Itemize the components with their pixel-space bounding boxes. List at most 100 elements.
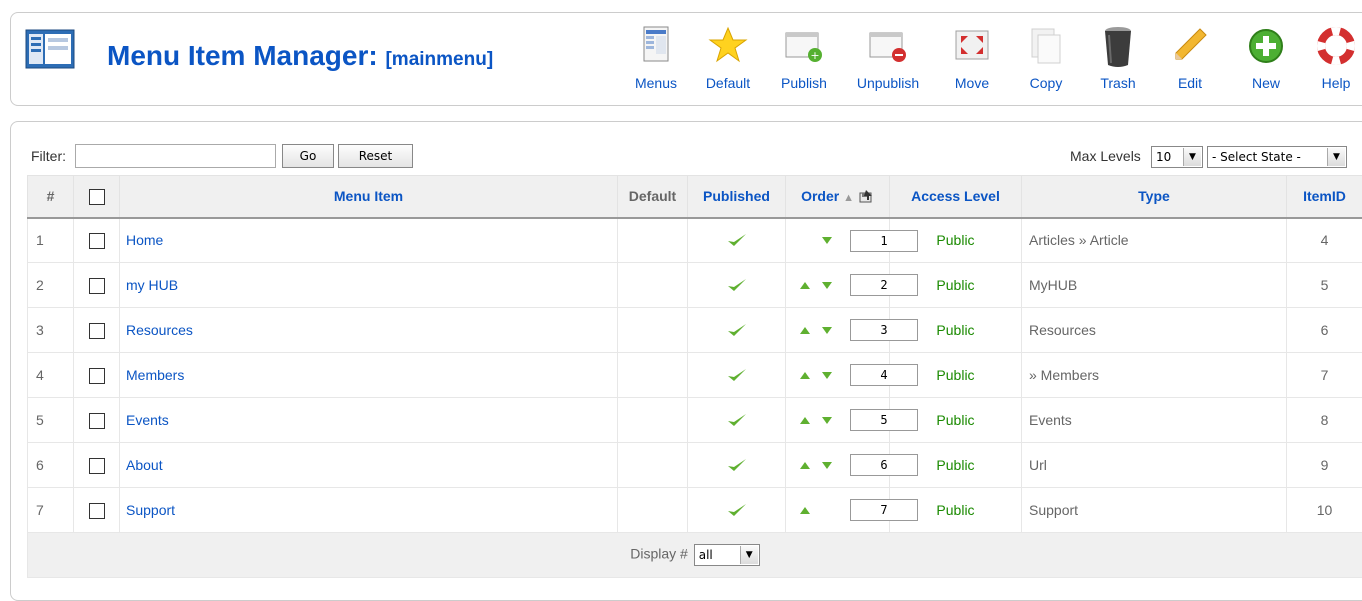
published-check-icon[interactable] (726, 411, 748, 429)
published-check-icon[interactable] (726, 501, 748, 519)
col-menu-item[interactable]: Menu Item (120, 176, 618, 218)
row-select-cell (74, 308, 120, 353)
move-up-icon[interactable] (800, 417, 810, 424)
go-button[interactable]: Go (282, 144, 334, 168)
menus-label: Menus (620, 75, 692, 91)
published-check-icon[interactable] (726, 366, 748, 384)
move-down-icon[interactable] (822, 372, 832, 379)
menu-item-link[interactable]: Events (120, 398, 618, 443)
default-cell[interactable] (618, 443, 688, 488)
sort-asc-icon: ▲ (843, 192, 854, 204)
display-label: Display # (630, 546, 688, 562)
move-up-icon[interactable] (800, 462, 810, 469)
chevron-down-icon: ▼ (740, 546, 758, 564)
copy-button[interactable]: Copy (1010, 12, 1082, 106)
publish-button[interactable]: + Publish (768, 12, 840, 106)
order-input[interactable]: 5 (850, 409, 918, 431)
menu-type: Url (1022, 443, 1287, 488)
row-checkbox[interactable] (89, 413, 105, 429)
menu-item-link[interactable]: Resources (120, 308, 618, 353)
row-checkbox[interactable] (89, 323, 105, 339)
trash-button[interactable]: Trash (1082, 12, 1154, 106)
default-cell[interactable] (618, 218, 688, 263)
display-limit-select[interactable]: all ▼ (694, 544, 760, 566)
order-cell: 3 (786, 308, 890, 353)
row-number: 2 (28, 263, 74, 308)
move-up-icon[interactable] (800, 282, 810, 289)
col-order[interactable]: Order ▲ (786, 176, 890, 218)
row-number: 7 (28, 488, 74, 533)
help-button[interactable]: Help (1300, 12, 1362, 106)
move-up-icon[interactable] (800, 327, 810, 334)
max-levels-select[interactable]: 10 ▼ (1151, 146, 1203, 168)
row-checkbox[interactable] (89, 233, 105, 249)
menu-type: Articles » Article (1022, 218, 1287, 263)
publish-icon: + (782, 25, 826, 65)
order-cell: 4 (786, 353, 890, 398)
row-number: 1 (28, 218, 74, 263)
item-id: 5 (1287, 263, 1362, 308)
pencil-icon (1170, 25, 1210, 65)
menu-manager-icon (22, 20, 76, 74)
menu-item-link[interactable]: About (120, 443, 618, 488)
published-check-icon[interactable] (726, 276, 748, 294)
default-button[interactable]: Default (692, 12, 764, 106)
default-cell[interactable] (618, 308, 688, 353)
menus-button[interactable]: Menus (620, 12, 692, 106)
trash-icon (1100, 25, 1136, 69)
row-checkbox[interactable] (89, 503, 105, 519)
save-order-icon[interactable] (858, 190, 874, 204)
move-up-icon[interactable] (800, 507, 810, 514)
col-published[interactable]: Published (688, 176, 786, 218)
unpublish-button[interactable]: Unpublish (852, 12, 924, 106)
col-access-level[interactable]: Access Level (890, 176, 1022, 218)
order-input[interactable]: 6 (850, 454, 918, 476)
order-cell: 7 (786, 488, 890, 533)
menu-item-link[interactable]: my HUB (120, 263, 618, 308)
move-down-icon[interactable] (822, 462, 832, 469)
filter-input[interactable] (75, 144, 276, 168)
row-select-cell (74, 263, 120, 308)
row-checkbox[interactable] (89, 458, 105, 474)
menu-item-link[interactable]: Members (120, 353, 618, 398)
published-check-icon[interactable] (726, 231, 748, 249)
col-itemid[interactable]: ItemID (1287, 176, 1362, 218)
menu-item-link[interactable]: Home (120, 218, 618, 263)
order-input[interactable]: 2 (850, 274, 918, 296)
table-row: 5Events5PublicEvents8 (28, 398, 1362, 443)
select-all-checkbox[interactable] (89, 189, 105, 205)
lifebuoy-icon (1316, 25, 1356, 65)
row-number: 5 (28, 398, 74, 443)
table-header-row: # Menu Item Default Published Order ▲ Ac… (28, 176, 1362, 218)
new-label: New (1230, 75, 1302, 91)
state-select[interactable]: - Select State - ▼ (1207, 146, 1347, 168)
order-input[interactable]: 4 (850, 364, 918, 386)
order-input[interactable]: 7 (850, 499, 918, 521)
default-cell[interactable] (618, 263, 688, 308)
row-checkbox[interactable] (89, 368, 105, 384)
move-down-icon[interactable] (822, 282, 832, 289)
published-cell (688, 488, 786, 533)
reset-button[interactable]: Reset (338, 144, 413, 168)
move-down-icon[interactable] (822, 327, 832, 334)
move-up-icon[interactable] (800, 372, 810, 379)
move-down-icon[interactable] (822, 237, 832, 244)
menu-items-table: # Menu Item Default Published Order ▲ Ac… (27, 175, 1362, 578)
order-input[interactable]: 1 (850, 230, 918, 252)
published-check-icon[interactable] (726, 321, 748, 339)
default-cell[interactable] (618, 353, 688, 398)
col-type[interactable]: Type (1022, 176, 1287, 218)
menu-item-link[interactable]: Support (120, 488, 618, 533)
trash-label: Trash (1082, 75, 1154, 91)
max-levels-label: Max Levels (1070, 148, 1141, 164)
new-button[interactable]: New (1230, 12, 1302, 106)
edit-button[interactable]: Edit (1154, 12, 1226, 106)
default-cell[interactable] (618, 488, 688, 533)
display-limit-value: all (699, 548, 713, 562)
default-cell[interactable] (618, 398, 688, 443)
published-check-icon[interactable] (726, 456, 748, 474)
row-checkbox[interactable] (89, 278, 105, 294)
move-down-icon[interactable] (822, 417, 832, 424)
order-input[interactable]: 3 (850, 319, 918, 341)
move-button[interactable]: Move (936, 12, 1008, 106)
